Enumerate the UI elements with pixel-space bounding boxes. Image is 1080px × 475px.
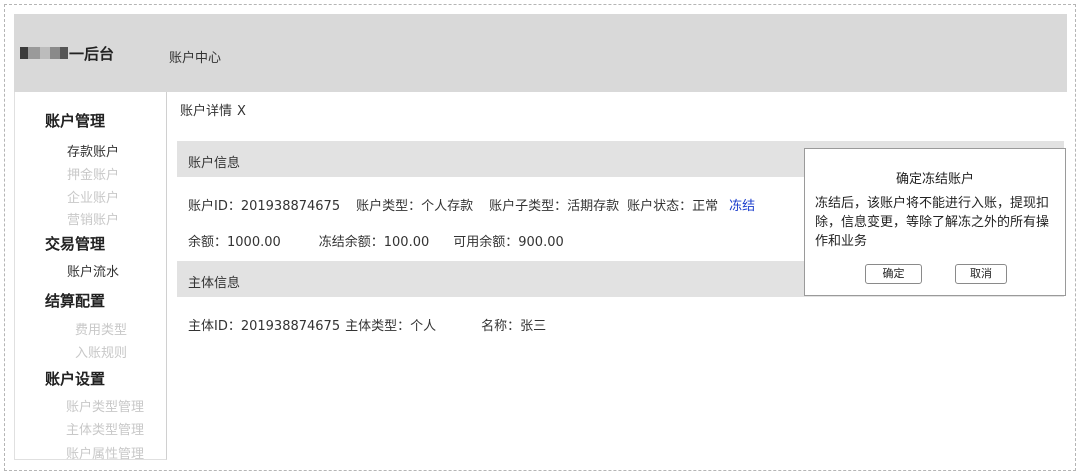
account-type: 账户类型：个人存款: [356, 199, 474, 214]
subject-id: 主体ID：201938874675: [188, 319, 341, 334]
sidebar-item-deposit-account[interactable]: 存款账户: [67, 141, 119, 160]
dialog-message: 冻结后，该账户将不能进行入账，提现扣除，信息变更，等除了解冻之外的所有操作和业务: [815, 196, 1050, 249]
account-info-title: 账户信息: [188, 156, 241, 171]
tab-label-account-detail: 账户详情: [180, 104, 233, 119]
account-id: 账户ID：201938874675: [188, 199, 341, 214]
close-tab-icon[interactable]: X: [237, 104, 246, 119]
sidebar-group-settlement-config[interactable]: 结算配置: [45, 290, 105, 311]
sidebar-item-marketing-account[interactable]: 营销账户: [67, 209, 119, 228]
sidebar-group-account-management[interactable]: 账户管理: [45, 110, 105, 131]
sidebar-item-enterprise-account[interactable]: 企业账户: [67, 187, 119, 206]
sidebar-item-fee-type[interactable]: 费用类型: [75, 319, 127, 338]
cancel-button[interactable]: 取消: [955, 264, 1007, 284]
freeze-link[interactable]: 冻结: [729, 199, 755, 214]
account-info-row-1: 账户ID：201938874675 账户类型：个人存款 账户子类型：活期存款 账户状态…: [188, 195, 755, 214]
available-balance: 可用余额：900.00: [453, 235, 564, 250]
account-info-row-2: 余额：1000.00 冻结余额：100.00 可用余额：900.00: [188, 231, 564, 250]
sidebar-item-account-type-management[interactable]: 账户类型管理: [66, 396, 144, 415]
sidebar-group-transaction-management[interactable]: 交易管理: [45, 233, 105, 254]
logo-image: [20, 47, 68, 59]
account-sub-type: 账户子类型：活期存款: [489, 199, 620, 214]
dialog-title: 确定冻结账户: [895, 172, 974, 187]
sidebar: 账户管理 存款账户 押金账户 企业账户 营销账户 交易管理 账户流水 结算配置 …: [14, 92, 167, 462]
breadcrumb-tab[interactable]: 账户详情 X: [180, 100, 246, 119]
sidebar-item-posting-rule[interactable]: 入账规则: [75, 342, 127, 361]
subject-type: 主体类型：个人: [345, 319, 437, 334]
sidebar-item-pledge-account[interactable]: 押金账户: [67, 164, 119, 183]
sidebar-item-account-flow[interactable]: 账户流水: [67, 261, 119, 280]
subject-name: 名称：张三: [481, 319, 547, 334]
account-status: 账户状态：正常: [627, 199, 719, 214]
subject-info-row: 主体ID：201938874675 主体类型：个人 名称：张三: [188, 315, 546, 334]
app-logo[interactable]: 一后台: [20, 44, 115, 63]
frozen-balance: 冻结余额：100.00: [318, 235, 430, 250]
sidebar-item-subject-type-management[interactable]: 主体类型管理: [66, 419, 144, 438]
top-header: 一后台 账户中心: [14, 14, 1067, 92]
freeze-confirm-dialog: 确定冻结账户 冻结后，该账户将不能进行入账，提现扣除，信息变更，等除了解冻之外的…: [804, 148, 1066, 296]
logo-text: 一后台: [69, 44, 115, 63]
subject-info-title: 主体信息: [188, 276, 241, 291]
confirm-button[interactable]: 确定: [865, 264, 922, 284]
sidebar-item-account-attribute-management[interactable]: 账户属性管理: [66, 443, 144, 462]
sidebar-group-account-settings[interactable]: 账户设置: [45, 368, 105, 389]
balance: 余额：1000.00: [188, 235, 281, 250]
top-nav-account-center[interactable]: 账户中心: [169, 47, 221, 66]
